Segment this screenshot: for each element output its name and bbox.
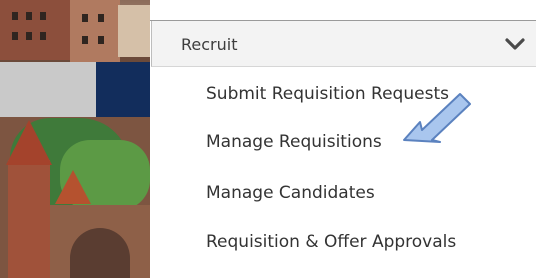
photo-window [12,12,18,20]
photo-gray-block [0,62,96,117]
campus-photo [0,0,150,278]
photo-window [26,12,32,20]
recruit-section-header[interactable]: Recruit [151,21,536,67]
photo-building [0,0,70,60]
menu-item-requisition-offer-approvals[interactable]: Requisition & Offer Approvals [206,232,456,252]
photo-window [12,32,18,40]
photo-spire [55,170,91,204]
photo-spire [6,120,52,165]
menu-item-manage-requisitions[interactable]: Manage Requisitions [206,132,382,152]
photo-window [26,32,32,40]
photo-window [40,32,46,40]
photo-window [98,14,104,22]
photo-window [82,14,88,22]
menu-item-manage-candidates[interactable]: Manage Candidates [206,183,375,203]
photo-building [118,5,150,57]
photo-window [82,36,88,44]
photo-tower [8,160,50,278]
photo-building [70,0,120,62]
section-label: Recruit [181,35,238,54]
photo-window [40,12,46,20]
recruit-menu: Recruit Submit Requisition Requests Mana… [150,0,536,278]
chevron-down-icon[interactable] [504,33,526,55]
photo-navy-block [96,62,150,117]
photo-window [98,36,104,44]
menu-top-divider [150,0,536,21]
menu-item-submit-requisition-requests[interactable]: Submit Requisition Requests [206,84,449,104]
